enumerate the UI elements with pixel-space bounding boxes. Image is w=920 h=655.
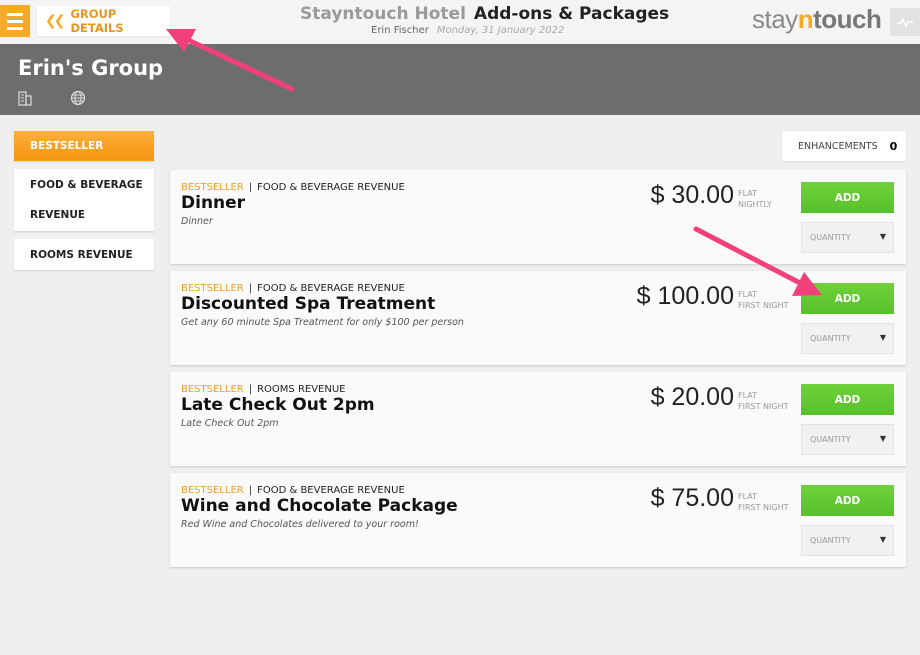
addon-price: $ 100.00 xyxy=(636,282,734,310)
stayntouch-logo: stayntouch xyxy=(752,4,882,34)
enhancements-counter[interactable]: ENHANCEMENTS 0 xyxy=(782,131,906,161)
addon-description: Get any 60 minute Spa Treatment for only… xyxy=(181,317,464,328)
addon-category: BESTSELLER xyxy=(181,485,244,496)
sidebar-item-label: FOOD & BEVERAGE xyxy=(30,179,143,191)
quantity-select[interactable]: QUANTITY ▼ xyxy=(801,424,894,455)
menu-button[interactable] xyxy=(0,5,30,37)
pulse-icon xyxy=(897,17,913,28)
addon-description: Dinner xyxy=(181,216,213,227)
addon-card: BESTSELLER | FOOD & BEVERAGE REVENUE Disco… xyxy=(170,271,906,365)
sidebar-item-food-beverage[interactable]: FOOD & BEVERAGE REVENUE xyxy=(14,169,154,231)
addon-price: $ 20.00 xyxy=(650,383,734,411)
addon-price: $ 30.00 xyxy=(650,181,734,209)
menu-icon xyxy=(7,12,23,16)
quantity-select[interactable]: QUANTITY ▼ xyxy=(801,222,894,253)
sidebar-item-bestseller[interactable]: BESTSELLER xyxy=(14,131,154,161)
sidebar-item-rooms-revenue[interactable]: ROOMS REVENUE xyxy=(14,239,154,270)
addon-card: BESTSELLER | FOOD & BEVERAGE REVENUE Wine … xyxy=(170,473,906,567)
addon-price-type: FLAT FIRST NIGHT xyxy=(738,290,789,310)
addon-name: Discounted Spa Treatment xyxy=(181,294,436,314)
group-name: Erin's Group xyxy=(18,56,164,80)
sidebar-item-label: BESTSELLER xyxy=(30,140,104,152)
sidebar-item-label-line2: REVENUE xyxy=(30,209,86,221)
addon-card: BESTSELLER | FOOD & BEVERAGE REVENUE Dinne… xyxy=(170,170,906,264)
addon-description: Late Check Out 2pm xyxy=(181,418,279,429)
building-icon[interactable] xyxy=(17,90,33,106)
hotel-name: Stayntouch Hotel xyxy=(300,4,466,24)
addon-revenue-type: ROOMS REVENUE xyxy=(257,384,346,395)
addon-price-type: FLAT FIRST NIGHT xyxy=(738,492,789,512)
addon-category: BESTSELLER xyxy=(181,283,244,294)
group-header: Erin's Group xyxy=(0,44,920,115)
addon-name: Wine and Chocolate Package xyxy=(181,496,458,516)
caret-down-icon: ▼ xyxy=(879,232,886,241)
addon-price-type: FLAT NIGHTLY xyxy=(738,189,772,209)
globe-icon[interactable] xyxy=(70,90,86,106)
quantity-select[interactable]: QUANTITY ▼ xyxy=(801,525,894,556)
addon-revenue-type: FOOD & BEVERAGE REVENUE xyxy=(257,485,405,496)
add-button[interactable]: ADD xyxy=(801,485,894,516)
page-title: Add-ons & Packages xyxy=(473,4,670,24)
back-button-label: GROUP DETAILS xyxy=(70,7,124,35)
caret-down-icon: ▼ xyxy=(879,434,886,443)
addon-revenue-type: FOOD & BEVERAGE REVENUE xyxy=(257,182,405,193)
add-button[interactable]: ADD xyxy=(801,182,894,213)
page-title-block: Stayntouch Hotel Add-ons & Packages Erin … xyxy=(300,4,669,36)
group-details-back-button[interactable]: ❮❮ GROUP DETAILS xyxy=(37,6,170,36)
quantity-select[interactable]: QUANTITY ▼ xyxy=(801,323,894,354)
caret-down-icon: ▼ xyxy=(879,333,886,342)
add-button[interactable]: ADD xyxy=(801,384,894,415)
activity-button[interactable] xyxy=(890,8,920,36)
addon-name: Dinner xyxy=(181,193,246,213)
addon-name: Late Check Out 2pm xyxy=(181,395,375,415)
caret-down-icon: ▼ xyxy=(879,535,886,544)
user-name: Erin Fischer xyxy=(371,25,429,36)
addon-category: BESTSELLER xyxy=(181,182,244,193)
addon-price: $ 75.00 xyxy=(650,484,734,512)
sidebar-item-label: ROOMS REVENUE xyxy=(30,248,133,261)
addon-revenue-type: FOOD & BEVERAGE REVENUE xyxy=(257,283,405,294)
double-chevron-left-icon: ❮❮ xyxy=(45,13,66,29)
addon-card: BESTSELLER | ROOMS REVENUE Late Check Out … xyxy=(170,372,906,466)
addon-category: BESTSELLER xyxy=(181,384,244,395)
top-bar: ❮❮ GROUP DETAILS Stayntouch Hotel Add-ons… xyxy=(0,0,920,44)
add-button[interactable]: ADD xyxy=(801,283,894,314)
addon-description: Red Wine and Chocolates delivered to you… xyxy=(181,519,419,530)
business-date: Monday, 31 January 2022 xyxy=(436,25,565,36)
enhancements-count: 0 xyxy=(889,139,898,153)
addon-price-type: FLAT FIRST NIGHT xyxy=(738,391,789,411)
enhancements-label: ENHANCEMENTS xyxy=(798,140,878,152)
